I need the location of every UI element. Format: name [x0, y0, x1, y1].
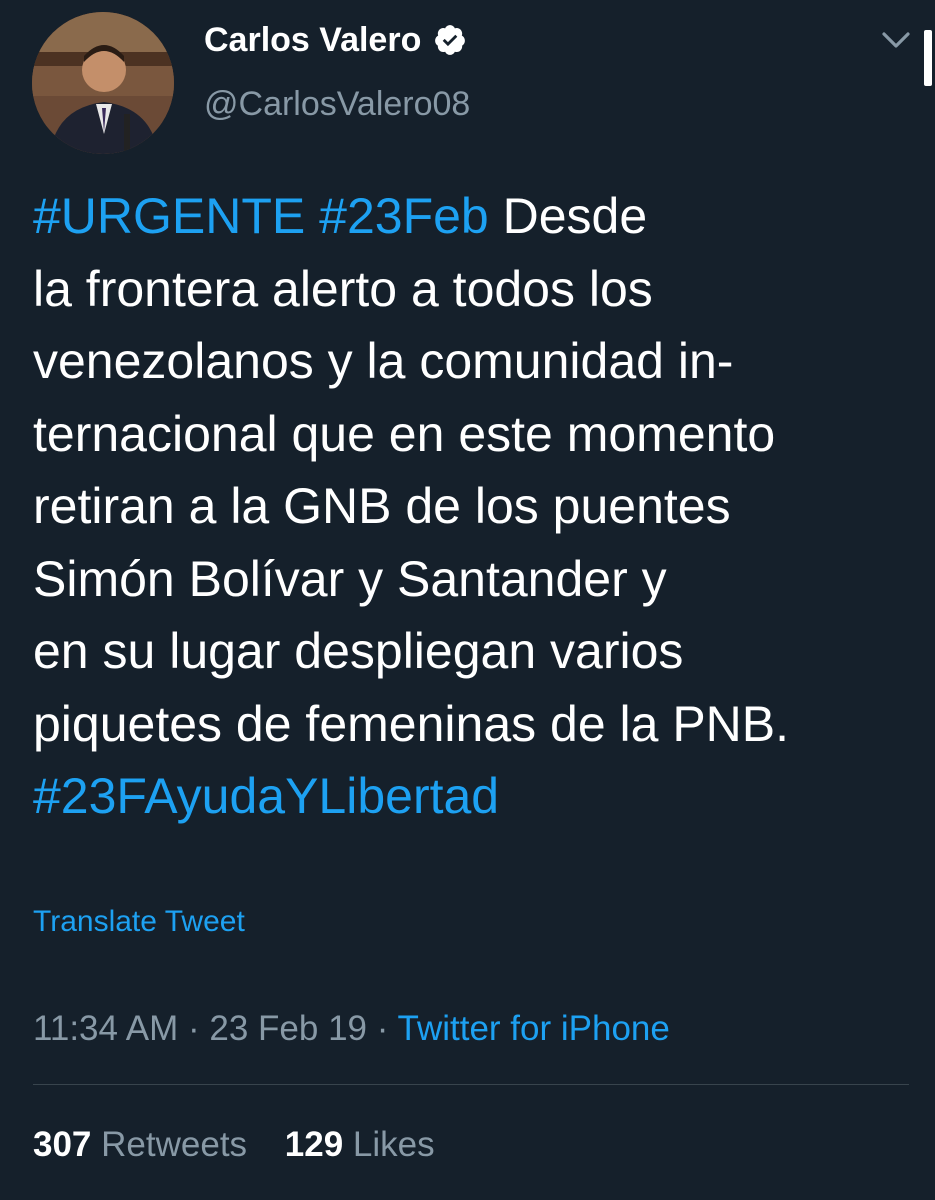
tweet-line: ternacional que en este momento	[33, 405, 776, 462]
author-name-row: Carlos Valero	[204, 18, 467, 62]
tweet-text: #URGENTE #23Feb Desde la frontera alerto…	[33, 180, 913, 833]
tweet-line: la frontera alerto a todos los	[33, 260, 653, 317]
tweet-line: Simón Bolívar y Santander y	[33, 550, 667, 607]
scrollbar[interactable]	[924, 30, 932, 86]
tweet-line: venezolanos y la comunidad in-	[33, 333, 734, 389]
tweet-text-segment: Desde	[488, 188, 648, 244]
likes-stat[interactable]: 129 Likes	[285, 1125, 435, 1164]
author-display-name[interactable]: Carlos Valero	[204, 18, 421, 62]
likes-count: 129	[284, 1125, 344, 1164]
avatar[interactable]	[32, 12, 174, 154]
retweets-label: Retweets	[101, 1125, 248, 1164]
tweet-time[interactable]: 11:34 AM	[33, 1009, 178, 1048]
meta-separator: ·	[178, 1009, 210, 1048]
retweets-count: 307	[33, 1125, 92, 1164]
tweet-date[interactable]: 23 Feb 19	[209, 1009, 367, 1048]
tweet-line: piquetes de femeninas de la PNB.	[33, 695, 790, 752]
tweet-line: #23FAyudaYLibertad	[33, 760, 913, 833]
likes-label: Likes	[352, 1125, 435, 1164]
avatar-photo	[32, 12, 174, 154]
retweets-stat[interactable]: 307 Retweets	[33, 1125, 257, 1164]
meta-separator: ·	[367, 1009, 398, 1048]
verified-badge-icon	[433, 23, 467, 57]
tweet-line: #URGENTE #23Feb Desde	[33, 180, 913, 253]
tweet-meta: 11:34 AM · 23 Feb 19 · Twitter for iPhon…	[33, 1006, 670, 1052]
chevron-down-icon[interactable]	[878, 26, 914, 54]
tweet-source-link[interactable]: Twitter for iPhone	[398, 1009, 670, 1048]
tweet-line: retiran a la GNB de los puentes	[33, 478, 731, 534]
divider	[33, 1084, 909, 1085]
author-handle[interactable]: @CarlosValero08	[204, 82, 470, 126]
tweet-line: en su lugar despliegan varios	[33, 623, 684, 679]
hashtag-link[interactable]: #URGENTE #23Feb	[33, 188, 489, 244]
hashtag-link[interactable]: #23FAyudaYLibertad	[33, 768, 499, 824]
translate-tweet-link[interactable]: Translate Tweet	[33, 902, 245, 942]
tweet-stats: 307 Retweets 129 Likes	[33, 1122, 435, 1168]
